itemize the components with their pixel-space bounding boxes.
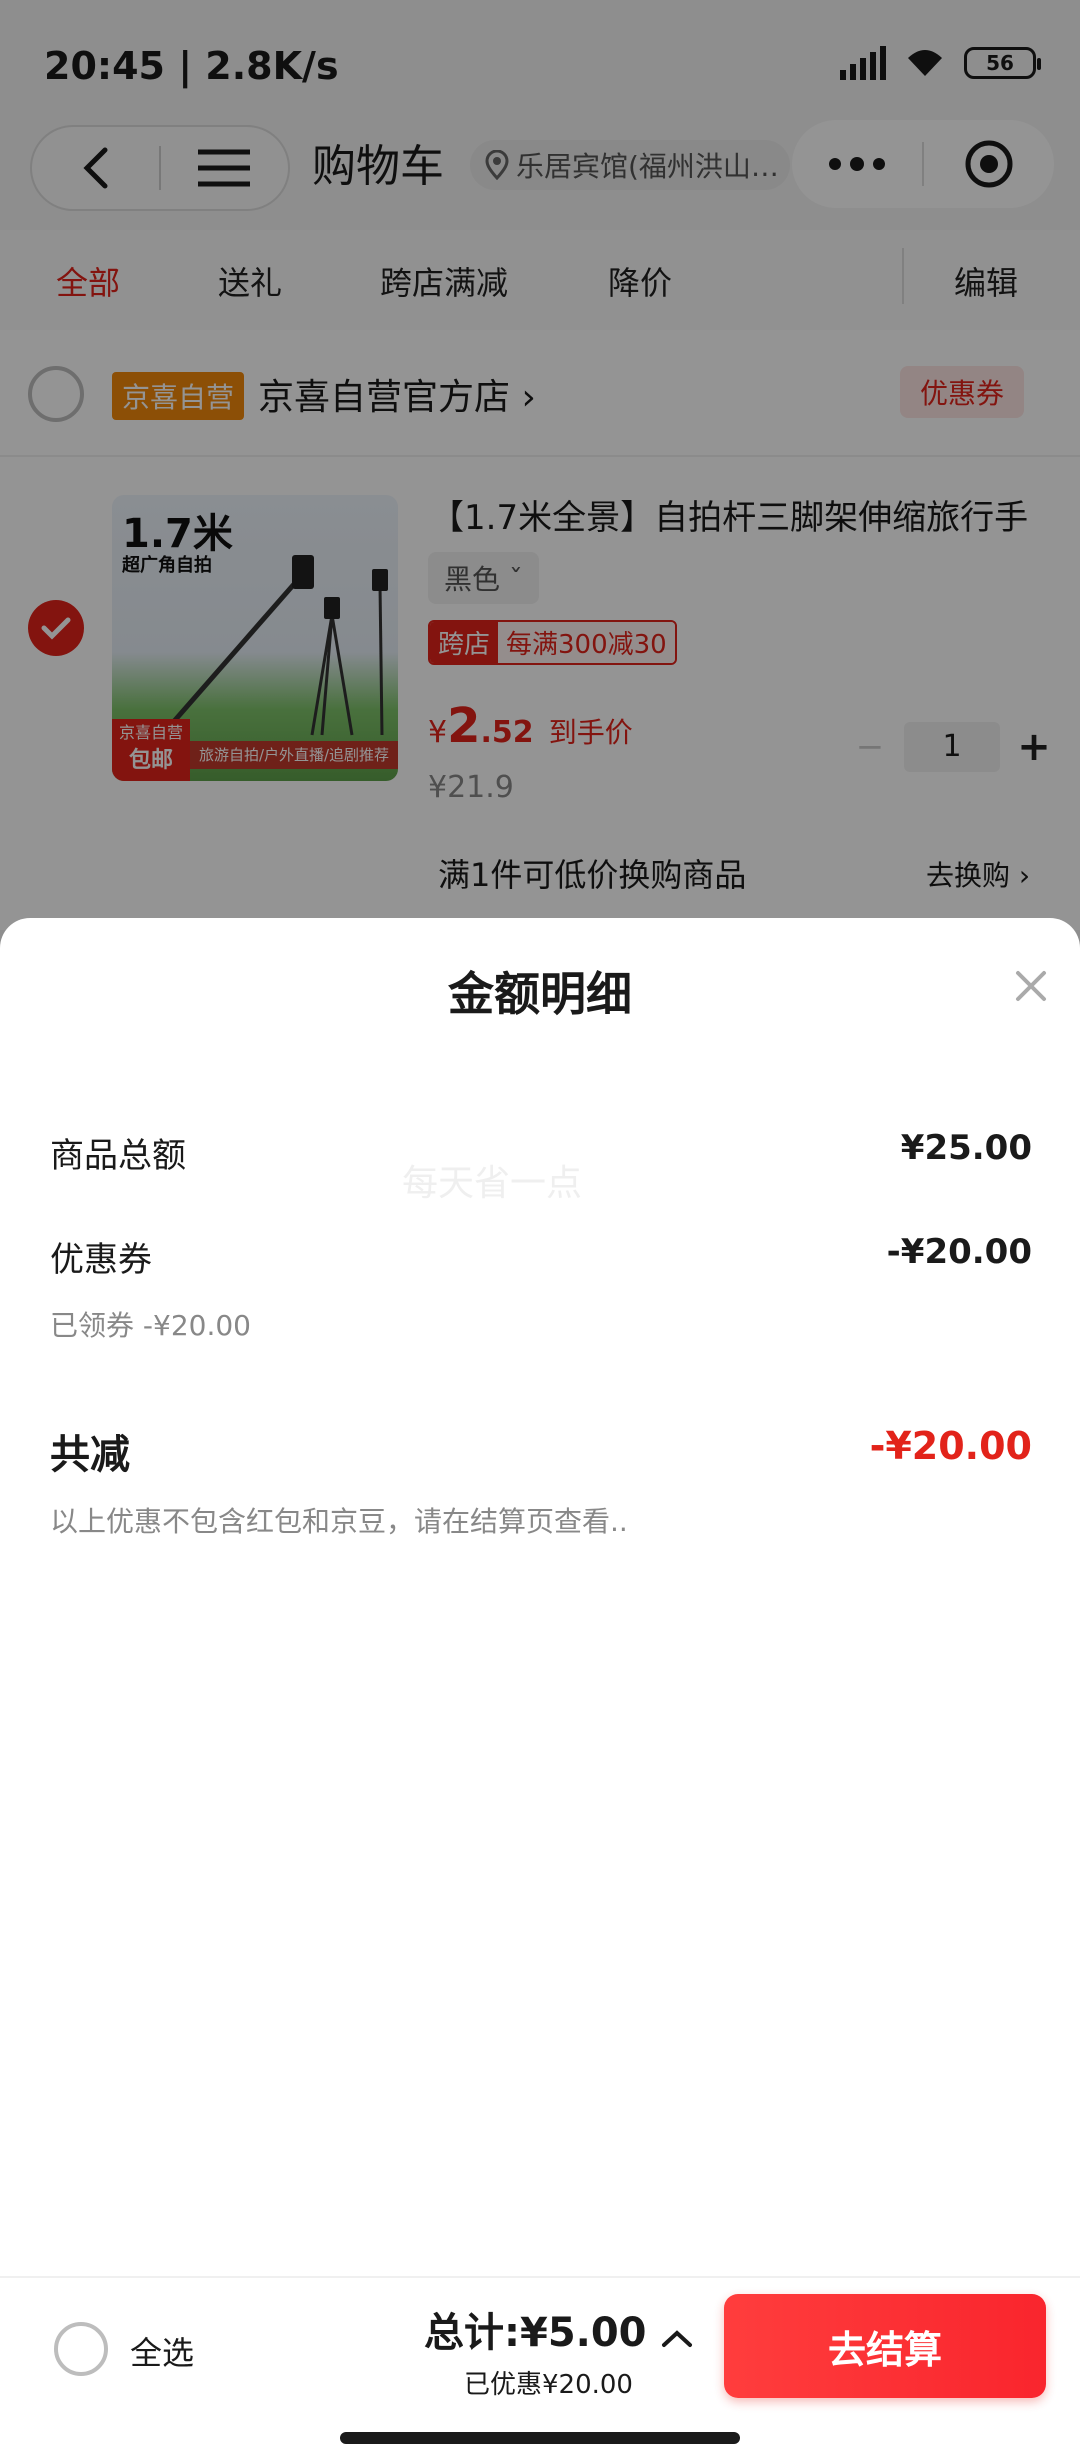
select-all-checkbox[interactable]: [54, 2322, 108, 2376]
coupon-sub-text: 已领券 -¥20.00: [50, 1309, 251, 1342]
home-indicator[interactable]: [340, 2432, 740, 2444]
total-reduce-value: -¥20.00: [869, 1424, 1032, 1468]
sheet-title: 金额明细: [448, 967, 632, 1021]
discount-note: 以上优惠不包含红包和京豆，请在结算页查看..: [50, 1505, 628, 1538]
goods-total-value: ¥25.00: [900, 1128, 1032, 1168]
coupon-label: 优惠券: [50, 1240, 152, 1280]
checkout-bar: 全选 总计:¥5.00 已优惠¥20.00 去结算: [0, 2276, 1080, 2416]
saved-amount: 已优惠¥20.00: [464, 2370, 633, 2400]
amount-detail-sheet: 金额明细 每天省一点 商品总额 ¥25.00 优惠券 -¥20.00 已领券 -…: [0, 918, 1080, 2460]
total-price: 总计:¥5.00: [424, 2310, 647, 2356]
watermark: 每天省一点: [402, 1163, 583, 1204]
select-all-label[interactable]: 全选: [130, 2328, 194, 2374]
chevron-up-icon[interactable]: [660, 2318, 694, 2358]
close-icon[interactable]: [1014, 960, 1048, 1014]
coupon-value: -¥20.00: [886, 1232, 1032, 1272]
total-reduce-label: 共减: [50, 1432, 130, 1478]
checkout-button[interactable]: 去结算: [724, 2294, 1046, 2398]
goods-total-label: 商品总额: [50, 1136, 186, 1176]
